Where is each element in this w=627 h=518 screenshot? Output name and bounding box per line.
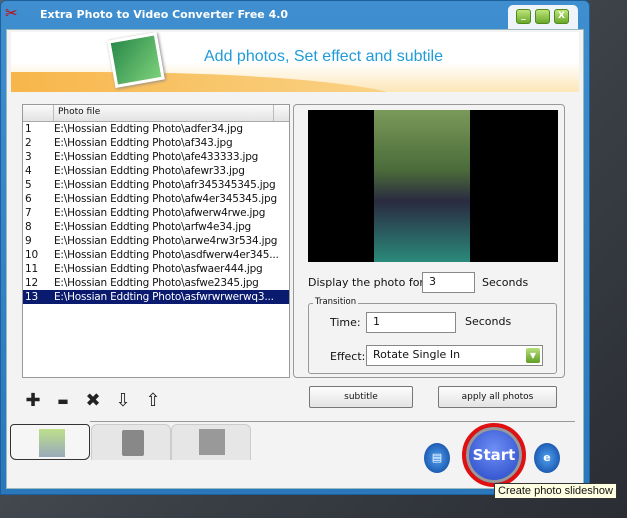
list-item[interactable]: 2 E:\Hossian Eddting Photo\af343.jpg <box>23 136 289 150</box>
col-photo-file[interactable]: Photo file <box>54 105 274 121</box>
row-index: 11 <box>25 263 38 275</box>
row-file: E:\Hossian Eddting Photo\asfwaer444.jpg <box>54 263 263 275</box>
clear-all-icon[interactable]: ✖ <box>83 390 103 411</box>
tab-photos[interactable] <box>10 424 90 460</box>
row-index: 9 <box>25 235 32 247</box>
app-logo-icon: ✂ <box>5 4 18 22</box>
row-file: E:\Hossian Eddting Photo\asfwe2345.jpg <box>54 277 259 289</box>
start-button[interactable]: Start <box>462 423 526 487</box>
row-index: 3 <box>25 151 32 163</box>
tab-music[interactable] <box>91 424 171 460</box>
list-item[interactable]: 13 E:\Hossian Eddting Photo\asfwrwrwerwq3… <box>23 290 289 304</box>
transition-label: Transition <box>313 297 359 307</box>
video-icon[interactable]: ▤ <box>424 443 450 473</box>
window-controls: _ X <box>508 5 578 29</box>
list-header: Photo file <box>23 105 289 122</box>
row-index: 12 <box>25 277 38 289</box>
row-index: 2 <box>25 137 32 149</box>
transition-time-input[interactable]: 1 <box>366 312 456 333</box>
subtitle-button[interactable]: subtitle <box>309 386 413 408</box>
row-file: E:\Hossian Eddting Photo\arfw4e34.jpg <box>54 221 251 233</box>
row-file: E:\Hossian Eddting Photo\afe433333.jpg <box>54 151 259 163</box>
row-index: 10 <box>25 249 38 261</box>
tab-settings[interactable] <box>171 424 251 460</box>
time-label: Time: <box>330 316 361 329</box>
window-title: Extra Photo to Video Converter Free 4.0 <box>40 8 289 21</box>
row-index: 1 <box>25 123 32 135</box>
list-item[interactable]: 10 E:\Hossian Eddting Photo\asdfwerw4er34… <box>23 248 289 262</box>
photo-banner-icon <box>107 32 165 88</box>
banner: Add photos, Set effect and subtile <box>11 32 579 92</box>
row-file: E:\Hossian Eddting Photo\afr345345345.jp… <box>54 179 276 191</box>
effect-label: Effect: <box>330 350 366 363</box>
list-item[interactable]: 11 E:\Hossian Eddting Photo\asfwaer444.jp… <box>23 262 289 276</box>
list-item[interactable]: 6 E:\Hossian Eddting Photo\afw4er345345.j… <box>23 192 289 206</box>
row-index: 7 <box>25 207 32 219</box>
banner-wave <box>11 72 411 92</box>
list-item[interactable]: 7 E:\Hossian Eddting Photo\afwerw4rwe.jpg <box>23 206 289 220</box>
row-file: E:\Hossian Eddting Photo\asdfwerw4er345.… <box>54 249 279 261</box>
maximize-button[interactable] <box>535 9 550 24</box>
apply-all-photos-button[interactable]: apply all photos <box>438 386 557 408</box>
row-file: E:\Hossian Eddting Photo\af343.jpg <box>54 137 233 149</box>
col-filler <box>274 105 289 121</box>
col-index[interactable] <box>23 105 54 121</box>
display-duration-input[interactable]: 3 <box>422 272 475 293</box>
list-item[interactable]: 8 E:\Hossian Eddting Photo\arfw4e34.jpg <box>23 220 289 234</box>
list-item[interactable]: 12 E:\Hossian Eddting Photo\asfwe2345.jpg <box>23 276 289 290</box>
effect-select[interactable]: Rotate Single In ▼ <box>366 345 543 366</box>
row-file: E:\Hossian Eddting Photo\afewr33.jpg <box>54 165 245 177</box>
preview-image <box>374 110 470 262</box>
list-item[interactable]: 1 E:\Hossian Eddting Photo\adfer34.jpg <box>23 122 289 136</box>
internet-explorer-icon[interactable]: e <box>534 443 560 473</box>
row-file: E:\Hossian Eddting Photo\afw4er345345.jp… <box>54 193 277 205</box>
music-icon <box>122 430 144 456</box>
photo-list[interactable]: Photo file 1 E:\Hossian Eddting Photo\adf… <box>22 104 290 378</box>
list-item[interactable]: 3 E:\Hossian Eddting Photo\afe433333.jpg <box>23 150 289 164</box>
list-rows: 1 E:\Hossian Eddting Photo\adfer34.jpg 2 E:… <box>23 122 289 304</box>
row-file: E:\Hossian Eddting Photo\arwe4rw3r534.jp… <box>54 235 278 247</box>
row-index: 13 <box>25 291 38 303</box>
row-index: 5 <box>25 179 32 191</box>
remove-photo-icon[interactable]: ▬ <box>53 394 73 408</box>
row-file: E:\Hossian Eddting Photo\asfwrwrwerwq3..… <box>54 291 274 303</box>
time-seconds-label: Seconds <box>465 315 512 328</box>
row-index: 6 <box>25 193 32 205</box>
row-file: E:\Hossian Eddting Photo\afwerw4rwe.jpg <box>54 207 266 219</box>
settings-icon <box>199 429 225 455</box>
photo-album-icon <box>39 429 65 457</box>
list-item[interactable]: 4 E:\Hossian Eddting Photo\afewr33.jpg <box>23 164 289 178</box>
tooltip: Create photo slideshow <box>494 483 617 499</box>
display-label: Display the photo for <box>308 276 424 289</box>
row-index: 4 <box>25 165 32 177</box>
close-button[interactable]: X <box>554 9 569 24</box>
minimize-button[interactable]: _ <box>516 9 531 24</box>
add-photo-icon[interactable]: ✚ <box>23 390 43 411</box>
effect-value: Rotate Single In <box>373 348 461 361</box>
list-item[interactable]: 9 E:\Hossian Eddting Photo\arwe4rw3r534.j… <box>23 234 289 248</box>
row-index: 8 <box>25 221 32 233</box>
row-file: E:\Hossian Eddting Photo\adfer34.jpg <box>54 123 243 135</box>
display-seconds-label: Seconds <box>482 276 529 289</box>
chevron-down-icon[interactable]: ▼ <box>526 348 540 363</box>
list-item[interactable]: 5 E:\Hossian Eddting Photo\afr345345345.j… <box>23 178 289 192</box>
tab-divider <box>90 421 575 422</box>
banner-heading: Add photos, Set effect and subtile <box>204 48 443 65</box>
move-down-icon[interactable]: ⇩ <box>113 390 133 411</box>
move-up-icon[interactable]: ⇧ <box>143 390 163 411</box>
